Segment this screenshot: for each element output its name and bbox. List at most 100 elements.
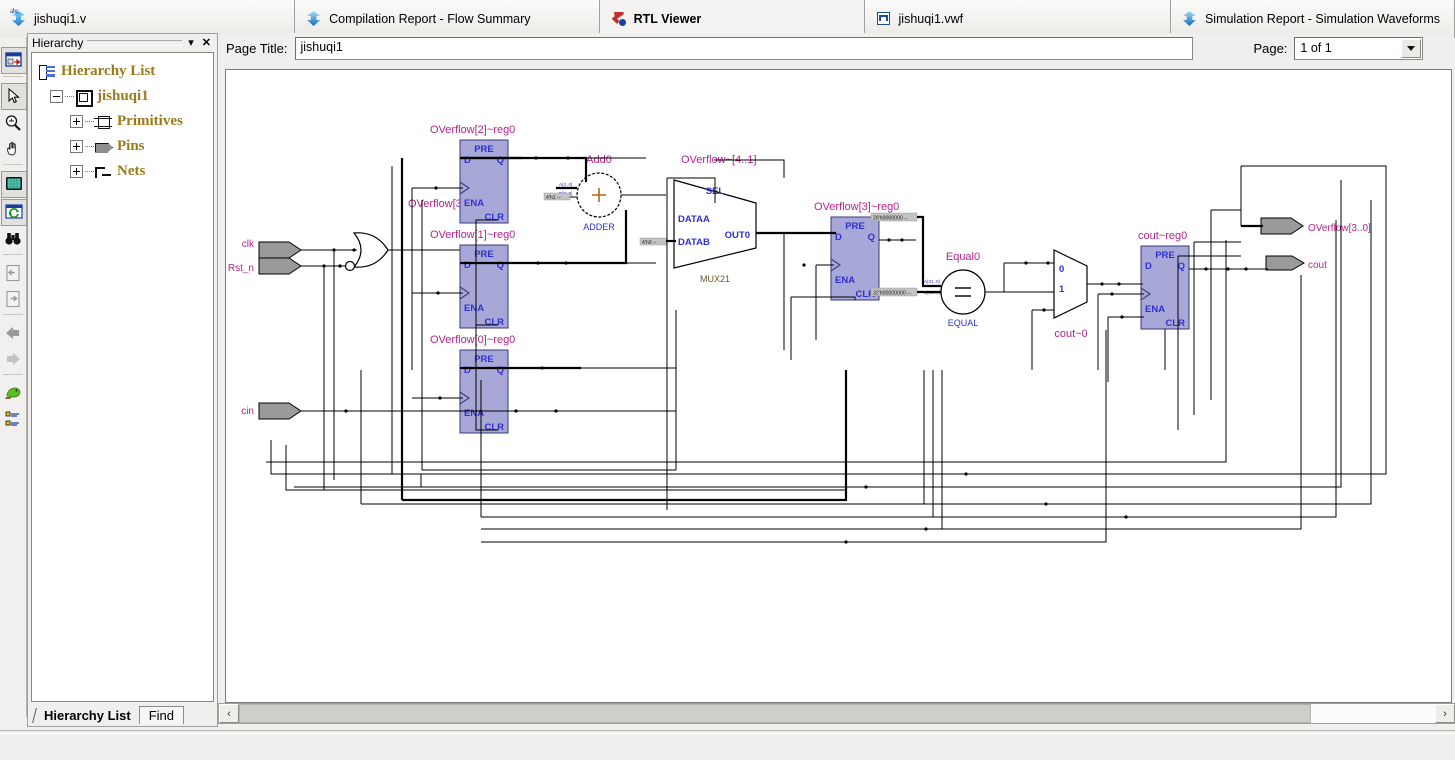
report-icon bbox=[305, 10, 322, 27]
tree-item-label: Nets bbox=[117, 163, 146, 179]
tree-item-hierarchy-list[interactable]: Hierarchy List bbox=[38, 59, 213, 84]
port-q: Q bbox=[497, 365, 504, 376]
find-binoculars-icon[interactable] bbox=[1, 227, 25, 252]
expand-toggle-icon[interactable] bbox=[70, 140, 83, 153]
output-pin-cout[interactable]: cout bbox=[1265, 255, 1327, 271]
port-q: Q bbox=[868, 232, 875, 243]
mux-type: MUX21 bbox=[700, 274, 730, 284]
port-clr: CLR bbox=[484, 422, 504, 433]
page-title-label: Page Title: bbox=[226, 40, 288, 56]
waveform-file-icon bbox=[875, 10, 892, 27]
scroll-left-button[interactable]: ‹ bbox=[219, 704, 239, 723]
tab-label: Find bbox=[148, 708, 174, 723]
tab-label: RTL Viewer bbox=[633, 11, 702, 26]
close-icon[interactable]: ✕ bbox=[200, 37, 213, 49]
properties-list-icon[interactable] bbox=[1, 407, 25, 432]
page-title-input[interactable]: jishuqi1 bbox=[295, 36, 1194, 60]
pin-label: Rst_n bbox=[228, 263, 254, 274]
bus-label-a: A[3..0] bbox=[559, 182, 572, 187]
expand-toggle-icon[interactable] bbox=[70, 115, 83, 128]
tab-simulation-report[interactable]: Simulation Report - Simulation Waveforms bbox=[1170, 0, 1455, 37]
input-pin-clk[interactable]: clk bbox=[242, 239, 302, 259]
refresh-icon[interactable] bbox=[1, 199, 27, 226]
port-q: Q bbox=[1178, 261, 1185, 272]
panel-menu-icon[interactable]: ▾ bbox=[186, 37, 196, 49]
port-q: Q bbox=[497, 155, 504, 166]
tab-label: Compilation Report - Flow Summary bbox=[329, 11, 531, 26]
page-label: Page: bbox=[1253, 40, 1288, 56]
go-back-icon[interactable] bbox=[1, 321, 25, 346]
tree-item-label: Pins bbox=[117, 138, 145, 154]
collapse-toggle-icon[interactable] bbox=[50, 90, 63, 103]
bird-view-icon[interactable] bbox=[1, 381, 25, 406]
scroll-track[interactable] bbox=[239, 704, 1435, 723]
page-selector-group: Page: 1 of 1 bbox=[1253, 36, 1424, 60]
tab-rtl-viewer[interactable]: RTL Viewer bbox=[599, 0, 865, 37]
forward-page-icon[interactable] bbox=[1, 287, 25, 312]
adder-label: Add0 bbox=[586, 154, 612, 166]
zoom-tool-icon[interactable] bbox=[1, 111, 25, 136]
pin-label: cin bbox=[241, 406, 254, 417]
tree-item-primitives[interactable]: Primitives bbox=[38, 109, 213, 134]
constant-4h0: 4'h0 -- bbox=[639, 237, 667, 246]
rtl-viewer-window: jishuqi1.v Compilation Report - Flow Sum… bbox=[0, 0, 1455, 760]
mux-input-1: 1 bbox=[1059, 284, 1065, 295]
tree-item-nets[interactable]: Nets bbox=[38, 159, 213, 184]
hierarchy-tree[interactable]: Hierarchy List jishuqi1 Primitives Pins … bbox=[31, 52, 214, 702]
constant-28h0000000: 28'h0000000 -- bbox=[870, 212, 918, 222]
scroll-right-button[interactable]: › bbox=[1435, 704, 1455, 723]
schematic-canvas[interactable]: clk Rst_n cin OVerflow[3]~0 OVerflow[2]~… bbox=[225, 69, 1452, 703]
report-icon bbox=[1181, 10, 1198, 27]
port-d: D bbox=[464, 260, 471, 271]
port-dataa: DATAA bbox=[678, 214, 710, 225]
page-select[interactable]: 1 of 1 bbox=[1294, 36, 1424, 60]
port-ena: ENA bbox=[1145, 304, 1165, 315]
tab-jishuqi1-v[interactable]: jishuqi1.v bbox=[0, 0, 296, 37]
mux21-overflow[interactable]: OVerflow~[4..1] SEL DATAA DATAB OUT0 MUX… bbox=[673, 154, 757, 284]
tree-connector bbox=[85, 120, 94, 123]
chevron-down-icon[interactable] bbox=[1401, 38, 1422, 58]
equal-label: Equal0 bbox=[946, 251, 980, 263]
register-overflow0[interactable]: OVerflow[0]~reg0 PRE D Q ENA CLR bbox=[430, 334, 515, 434]
pins-icon bbox=[94, 139, 113, 155]
go-forward-icon[interactable] bbox=[1, 347, 25, 372]
fit-in-window-icon[interactable] bbox=[1, 171, 27, 198]
register-overflow1[interactable]: OVerflow[1]~reg0 PRE D Q ENA CLR bbox=[430, 229, 515, 329]
mux-cout0[interactable]: 0 1 cout~0 bbox=[1053, 249, 1088, 340]
tree-connector bbox=[85, 170, 94, 173]
input-pin-rstn[interactable]: Rst_n bbox=[228, 257, 302, 275]
register-label: OVerflow[3]~reg0 bbox=[814, 201, 899, 213]
tab-jishuqi1-vwf[interactable]: jishuqi1.vwf bbox=[864, 0, 1171, 37]
tree-item-pins[interactable]: Pins bbox=[38, 134, 213, 159]
pin-label: clk bbox=[242, 239, 255, 250]
tab-hierarchy-list[interactable]: Hierarchy List bbox=[32, 707, 139, 724]
hierarchy-list-icon bbox=[38, 64, 57, 80]
tab-label: Simulation Report - Simulation Waveforms bbox=[1204, 11, 1440, 26]
tab-find[interactable]: Find bbox=[138, 706, 184, 724]
input-pin-cin[interactable]: cin bbox=[241, 402, 302, 420]
port-ena: ENA bbox=[464, 303, 484, 314]
expand-toggle-icon[interactable] bbox=[70, 165, 83, 178]
back-page-icon[interactable] bbox=[1, 261, 25, 286]
equal-comparator[interactable]: Equal0 EQUAL A[31..0] B[31..0] bbox=[924, 251, 986, 328]
port-ena: ENA bbox=[464, 198, 484, 209]
tab-compilation-report[interactable]: Compilation Report - Flow Summary bbox=[295, 0, 600, 37]
tree-connector bbox=[65, 95, 74, 98]
hand-pan-icon[interactable] bbox=[1, 137, 25, 162]
schematic-horizontal-scrollbar[interactable]: ‹ › bbox=[218, 703, 1455, 724]
tree-item-jishuqi1[interactable]: jishuqi1 bbox=[38, 84, 213, 109]
rtl-schematic-viewer: Page Title: jishuqi1 Page: 1 of 1 clk Rs… bbox=[218, 33, 1454, 725]
output-pin-overflow[interactable]: OVerflow[3..0] bbox=[1260, 217, 1371, 235]
port-clr: CLR bbox=[484, 317, 504, 328]
hierarchy-panel-title: Hierarchy bbox=[32, 36, 84, 50]
netlist-navigator-icon[interactable] bbox=[1, 47, 27, 74]
scroll-thumb[interactable] bbox=[239, 704, 1311, 723]
adder-type: ADDER bbox=[583, 222, 615, 232]
mux-input-0: 0 bbox=[1059, 264, 1064, 275]
hierarchy-panel-tabs: Hierarchy List Find bbox=[28, 702, 217, 726]
port-out0: OUT0 bbox=[725, 230, 750, 241]
register-cout[interactable]: cout~reg0 PRE D Q ENA CLR bbox=[1138, 230, 1190, 330]
equal-type: EQUAL bbox=[948, 318, 979, 328]
selection-pointer-icon[interactable] bbox=[1, 83, 27, 110]
page-select-value: 1 of 1 bbox=[1300, 41, 1332, 55]
